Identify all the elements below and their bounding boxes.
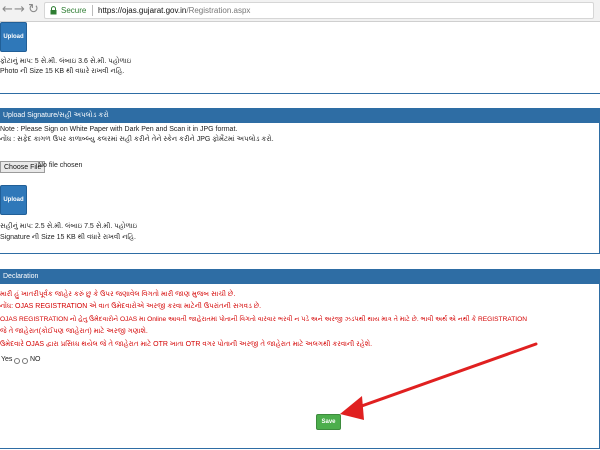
forward-icon[interactable]: → bbox=[14, 2, 25, 18]
secure-label: Secure bbox=[61, 6, 87, 15]
photo-upload-button[interactable]: Upload bbox=[0, 22, 27, 52]
signature-size-text: સહીનું માપ: 2.5 સે.મી. લંબાઇ 7.5 સે.મી. … bbox=[0, 223, 138, 230]
declaration-line: OJAS REGISTRATION નો હેતુ ઉમેદવારોને OJA… bbox=[0, 316, 527, 323]
declaration-line: મારી હું ખાતરીપૂર્વક જાહેર કરું છુ કે ઉપ… bbox=[0, 291, 236, 298]
signature-file-input[interactable]: Choose File No file chosen bbox=[0, 161, 120, 175]
reload-icon[interactable]: ↻ bbox=[28, 2, 39, 18]
address-divider bbox=[92, 5, 93, 16]
no-file-text: No file chosen bbox=[38, 162, 83, 169]
yes-label: Yes bbox=[1, 356, 13, 363]
url-path: /Registration.aspx bbox=[186, 6, 251, 15]
declaration-heading: Declaration bbox=[0, 270, 599, 284]
url-host: https://ojas.gujarat.gov.in bbox=[98, 6, 187, 15]
url-text[interactable]: https://ojas.gujarat.gov.in/Registration… bbox=[98, 6, 250, 15]
declaration-line: જે તે જાહેરાત(કોઈપણ જાહેરાત) માટે અરજી ગ… bbox=[0, 328, 148, 335]
signature-note-gujarati: નોંધ : સફેદ કાગળ ઉપર કાળાબ્લ્યુ કલરમાં સ… bbox=[0, 136, 274, 143]
signature-size-limit-text: Signature ની Size 15 KB થી વધારે રાખવી ન… bbox=[0, 234, 136, 241]
photo-size-limit-text: Photo ની Size 15 KB થી વધારે રાખવી નહિ. bbox=[0, 68, 125, 75]
yes-radio[interactable] bbox=[14, 358, 20, 364]
no-radio[interactable] bbox=[22, 358, 28, 364]
back-icon[interactable]: ← bbox=[2, 2, 13, 18]
address-bar[interactable]: Secure https://ojas.gujarat.gov.in/Regis… bbox=[44, 2, 594, 19]
declaration-line: નોંધ: OJAS REGISTRATION એ વાત ઉમેદવારોએ … bbox=[0, 303, 262, 310]
signature-upload-button[interactable]: Upload bbox=[0, 185, 27, 215]
registration-page: Upload ફોટાનું માપ: 5 સે.મી. લંબાઇ 3.6 સ… bbox=[0, 22, 600, 450]
save-button[interactable]: Save bbox=[316, 414, 341, 430]
browser-toolbar: ← → ↻ Secure https://ojas.gujarat.gov.in… bbox=[0, 0, 600, 22]
signature-note-english: Note : Please Sign on White Paper with D… bbox=[0, 126, 238, 133]
signature-heading: Upload Signature/સહી અપલોડ કરો bbox=[0, 109, 599, 123]
no-label: NO bbox=[30, 356, 41, 363]
photo-size-text: ફોટાનું માપ: 5 સે.મી. લંબાઇ 3.6 સે.મી. પ… bbox=[0, 58, 132, 65]
declaration-line: ઉમેદવારે OJAS દ્વારા પ્રસિધ્ધ થયેલ જે તે… bbox=[0, 341, 373, 348]
lock-icon bbox=[50, 6, 57, 15]
section-divider bbox=[0, 93, 600, 94]
